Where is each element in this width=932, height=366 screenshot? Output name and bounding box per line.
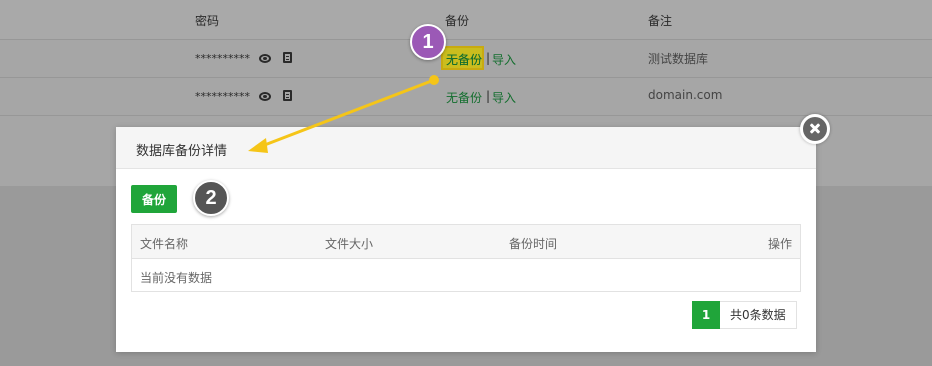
- arrow-line: [260, 78, 436, 148]
- highlighted-no-backup-link[interactable]: 无备份: [446, 51, 482, 68]
- step-badge-1: 1: [410, 24, 446, 60]
- arrow-head: [248, 138, 268, 153]
- arrow-origin-dot: [429, 75, 439, 85]
- step-badge-2: 2: [193, 180, 229, 216]
